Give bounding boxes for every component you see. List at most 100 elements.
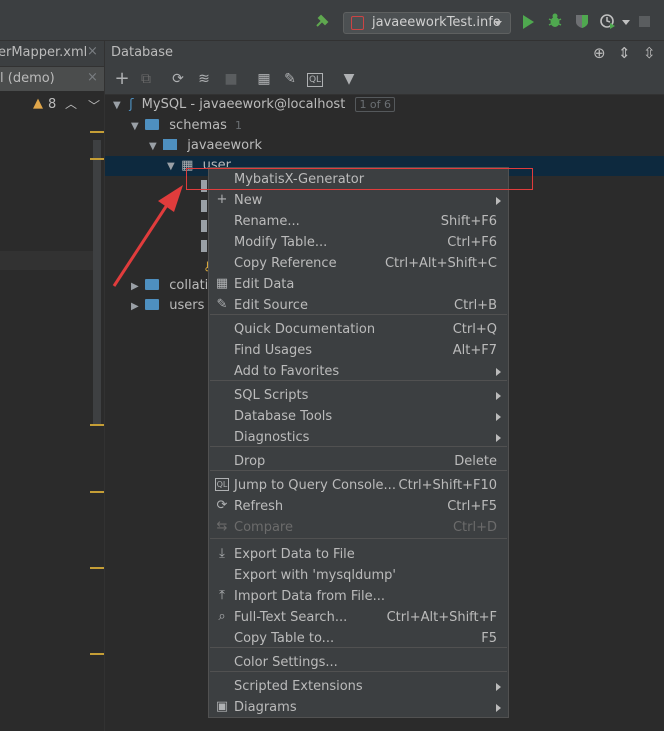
menu-item-database-tools[interactable]: Database Tools (210, 406, 507, 427)
run-config-selector[interactable]: javaeeworkTest.info (343, 12, 511, 34)
menu-item-quick-documentation[interactable]: Quick Documentation Ctrl+Q (210, 319, 507, 340)
compare-icon: ⇆ (216, 519, 228, 534)
menu-item-jump-to-query-console[interactable]: QL Jump to Query Console... Ctrl+Shift+F10 (210, 475, 507, 496)
editor-scrollbar[interactable] (93, 140, 101, 425)
menu-item-label: Database Tools (234, 409, 333, 424)
warning-count: 8 (48, 97, 57, 112)
tab-demo-connection[interactable]: l (demo) × (0, 67, 104, 91)
menu-item-shortcut: Ctrl+F5 (447, 499, 497, 514)
tab-mapper-xml[interactable]: erMapper.xml (0, 45, 87, 60)
chevron-up-icon[interactable]: ︿ (65, 95, 77, 112)
menu-separator (210, 647, 507, 648)
chevron-down-icon[interactable]: ▼ (131, 117, 141, 137)
target-icon[interactable]: ⊕ (593, 44, 606, 62)
menu-item-copy-table-to[interactable]: Copy Table to... F5 (210, 628, 507, 649)
menu-item-edit-data[interactable]: ▦ Edit Data (210, 274, 507, 295)
menu-separator (210, 538, 507, 539)
chevron-right-icon[interactable]: ▶ (131, 297, 141, 317)
profile-icon[interactable] (600, 13, 616, 29)
column-icon (201, 220, 207, 232)
close-icon[interactable]: × (87, 44, 98, 59)
table-icon[interactable]: ▦ (255, 70, 273, 88)
tree-node-root[interactable]: ▼ ʃ MySQL - javaeework@localhost 1 of 6 (113, 95, 396, 116)
run-icon[interactable] (523, 15, 534, 29)
inspection-bar: ▲ 8 ︿ ﹀ (0, 93, 104, 117)
chevron-right-icon (496, 413, 501, 421)
menu-item-full-text-search[interactable]: ⌕ Full-Text Search... Ctrl+Alt+Shift+F (210, 607, 507, 628)
menu-item-shortcut: Ctrl+F6 (447, 235, 497, 250)
menu-item-rename[interactable]: Rename... Shift+F6 (210, 211, 507, 232)
chevron-down-icon[interactable]: ▼ (149, 137, 159, 157)
menu-item-shortcut: Ctrl+Q (452, 322, 497, 337)
debug-icon[interactable] (548, 13, 562, 28)
menu-item-scripted-extensions[interactable]: Scripted Extensions (210, 676, 507, 697)
warning-icon[interactable]: ▲ (33, 96, 43, 111)
menu-item-label: Jump to Query Console... (234, 478, 396, 493)
chevron-down-icon[interactable]: ▼ (167, 157, 177, 177)
menu-item-copy-reference[interactable]: Copy Reference Ctrl+Alt+Shift+C (210, 253, 507, 274)
menu-item-label: Import Data from File... (234, 589, 385, 604)
chevron-down-icon[interactable]: ﹀ (88, 97, 100, 114)
menu-item-diagnostics[interactable]: Diagnostics (210, 427, 507, 448)
menu-item-import-data-from-file[interactable]: ⤒ Import Data from File... (210, 586, 507, 607)
close-icon[interactable]: × (87, 70, 98, 85)
menu-item-shortcut: Delete (454, 454, 497, 469)
collapse-all-icon[interactable]: ⇕ (618, 44, 631, 62)
menu-item-find-usages[interactable]: Find Usages Alt+F7 (210, 340, 507, 361)
stop-icon[interactable]: ■ (222, 70, 240, 88)
schema-settings-icon[interactable]: ≋ (195, 70, 213, 88)
add-icon[interactable]: + (113, 70, 131, 88)
menu-item-modify-table[interactable]: Modify Table... Ctrl+F6 (210, 232, 507, 253)
database-panel-header: Database ⊕ ⇕ ⇳ (105, 41, 664, 66)
chevron-right-icon[interactable]: ▶ (131, 277, 141, 297)
menu-item-color-settings[interactable]: Color Settings... (210, 652, 507, 673)
menu-item-label: Diagnostics (234, 430, 310, 445)
schemas-label: schemas (169, 118, 227, 133)
table-icon: ▦ (215, 276, 229, 291)
menu-item-shortcut: Ctrl+Alt+Shift+F (386, 610, 497, 625)
chevron-down-icon[interactable] (622, 20, 630, 25)
tree-node-schema[interactable]: ▼ javaeework (149, 136, 262, 156)
schemas-count: 1 (234, 119, 242, 132)
connection-badge[interactable]: 1 of 6 (355, 97, 396, 112)
menu-item-diagrams[interactable]: ▣ Diagrams (210, 697, 507, 718)
menu-separator (210, 671, 507, 672)
tree-node-collations[interactable]: ▶ collatic (131, 276, 215, 296)
chevron-right-icon (496, 434, 501, 442)
refresh-icon[interactable]: ⟳ (169, 70, 187, 88)
schema-icon (163, 139, 178, 150)
menu-item-edit-source[interactable]: ✎ Edit Source Ctrl+B (210, 295, 507, 316)
filter-icon[interactable]: ▼ (340, 70, 358, 88)
folder-icon (145, 279, 160, 290)
chevron-down-icon (494, 21, 502, 26)
console-icon: QL (215, 478, 229, 491)
build-hammer-icon[interactable] (314, 13, 330, 29)
annotation-highlight-box (186, 168, 533, 190)
coverage-icon[interactable] (575, 13, 589, 29)
chevron-down-icon[interactable]: ▼ (113, 96, 123, 116)
menu-item-sql-scripts[interactable]: SQL Scripts (210, 385, 507, 406)
folder-icon (145, 299, 160, 310)
tree-node-users[interactable]: ▶ users 2 (131, 296, 220, 316)
menu-item-export-with-mysqldump[interactable]: Export with 'mysqldump' (210, 565, 507, 586)
menu-item-shortcut: Alt+F7 (452, 343, 497, 358)
menu-item-label: Rename... (234, 214, 300, 229)
menu-item-shortcut: Ctrl+Shift+F10 (398, 478, 497, 493)
menu-separator (210, 446, 507, 447)
menu-item-label: Color Settings... (234, 655, 338, 670)
menu-item-new[interactable]: + New (210, 190, 507, 211)
menu-item-label: Refresh (234, 499, 284, 514)
menu-item-export-data-to-file[interactable]: ⤓ Export Data to File (210, 544, 507, 565)
refresh-icon: ⟳ (216, 498, 228, 513)
tree-node-schemas[interactable]: ▼ schemas 1 (131, 116, 242, 136)
console-icon[interactable]: QL (307, 73, 323, 87)
menu-item-refresh[interactable]: ⟳ Refresh Ctrl+F5 (210, 496, 507, 517)
copy-icon[interactable]: ⧉ (137, 70, 155, 88)
plus-icon: + (216, 192, 228, 207)
menu-item-drop[interactable]: Drop Delete (210, 451, 507, 472)
stop-icon[interactable] (639, 16, 650, 27)
expand-all-icon[interactable]: ⇳ (643, 44, 656, 62)
menu-item-add-to-favorites[interactable]: Add to Favorites (210, 361, 507, 382)
database-toolbar: + ⧉ ⟳ ≋ ■ ▦ ✎ QL ▼ (105, 66, 664, 95)
pencil-icon[interactable]: ✎ (281, 70, 299, 88)
